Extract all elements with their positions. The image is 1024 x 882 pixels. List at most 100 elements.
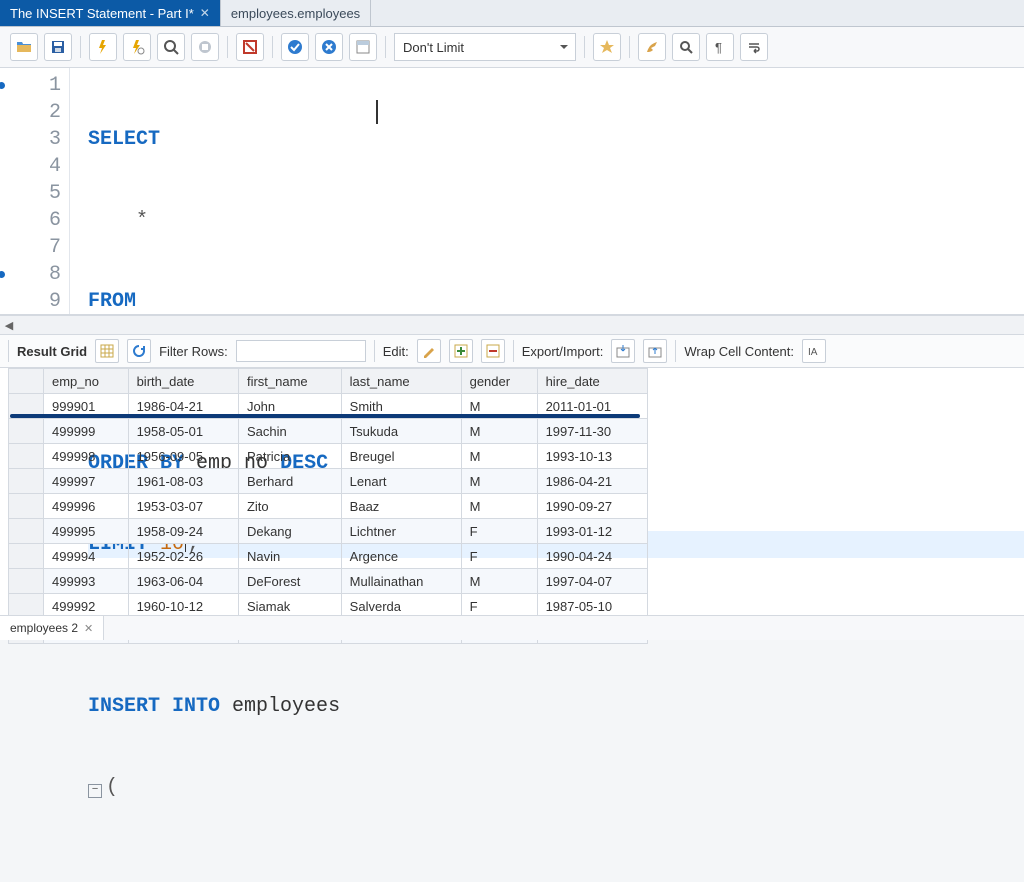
sql-editor[interactable]: 1 2 3 4 5 6 7 8 9 SELECT * FROM employee… — [0, 68, 1024, 315]
cell[interactable]: 499996 — [44, 494, 129, 519]
stop-button[interactable] — [191, 33, 219, 61]
separator — [8, 340, 9, 362]
tab-employees-table[interactable]: employees.employees — [221, 0, 371, 26]
cell[interactable]: 499993 — [44, 569, 129, 594]
cell[interactable]: M — [461, 569, 537, 594]
fold-icon[interactable]: − — [88, 784, 102, 798]
scroll-left-icon[interactable]: ◀ — [0, 319, 18, 332]
result-tab-bar: employees 2 ✕ — [0, 615, 1024, 640]
cell[interactable]: Tsukuda — [341, 419, 461, 444]
row-header[interactable] — [9, 519, 44, 544]
cell[interactable]: F — [461, 519, 537, 544]
close-icon[interactable]: ✕ — [84, 622, 93, 635]
table-row[interactable]: 4999931963-06-04DeForestMullainathanM199… — [9, 569, 648, 594]
cell[interactable]: 499999 — [44, 419, 129, 444]
col-birth_date[interactable]: birth_date — [128, 369, 238, 394]
result-tab-label: employees 2 — [10, 621, 78, 635]
col-last_name[interactable]: last_name — [341, 369, 461, 394]
cell[interactable]: 1958-09-24 — [128, 519, 238, 544]
cell[interactable]: 1961-08-03 — [128, 469, 238, 494]
cell[interactable]: 1997-04-07 — [537, 569, 647, 594]
code-area[interactable]: SELECT * FROM employees ORDER BY emp_no … — [70, 68, 1024, 314]
table-row[interactable]: 4999981956-09-05PatriciaBreugelM1993-10-… — [9, 444, 648, 469]
cell[interactable]: 1990-09-27 — [537, 494, 647, 519]
cell[interactable]: M — [461, 444, 537, 469]
row-header-corner[interactable] — [9, 369, 44, 394]
cell[interactable]: 1993-10-13 — [537, 444, 647, 469]
cell[interactable]: F — [461, 544, 537, 569]
cell[interactable]: 1993-01-12 — [537, 519, 647, 544]
col-gender[interactable]: gender — [461, 369, 537, 394]
col-first_name[interactable]: first_name — [238, 369, 341, 394]
favorite-button[interactable] — [593, 33, 621, 61]
tab-label: The INSERT Statement - Part I* — [10, 6, 194, 21]
cell[interactable]: 1997-11-30 — [537, 419, 647, 444]
gutter-line: 5 — [0, 180, 61, 207]
gutter-line: 8 — [0, 261, 61, 288]
cell[interactable]: Lenart — [341, 469, 461, 494]
separator — [272, 36, 273, 58]
wrap-lines-button[interactable] — [740, 33, 768, 61]
toggle-invisible-button[interactable]: ¶ — [706, 33, 734, 61]
cell[interactable]: Lichtner — [341, 519, 461, 544]
table-row[interactable]: 4999991958-05-01SachinTsukudaM1997-11-30 — [9, 419, 648, 444]
cell[interactable]: M — [461, 494, 537, 519]
cell[interactable]: 1963-06-04 — [128, 569, 238, 594]
cell[interactable]: 1956-09-05 — [128, 444, 238, 469]
execute-button[interactable] — [89, 33, 117, 61]
cell[interactable]: 499997 — [44, 469, 129, 494]
cell[interactable]: M — [461, 469, 537, 494]
cell[interactable]: 499998 — [44, 444, 129, 469]
cell[interactable]: Breugel — [341, 444, 461, 469]
table-row[interactable]: 4999961953-03-07ZitoBaazM1990-09-27 — [9, 494, 648, 519]
table-row[interactable]: 4999951958-09-24DekangLichtnerF1993-01-1… — [9, 519, 648, 544]
beautify-button[interactable] — [638, 33, 666, 61]
gutter-line: 1 — [0, 72, 61, 99]
cell[interactable]: DeForest — [238, 569, 341, 594]
cell[interactable]: Navin — [238, 544, 341, 569]
commit-button[interactable] — [281, 33, 309, 61]
cell[interactable]: Argence — [341, 544, 461, 569]
row-header[interactable] — [9, 494, 44, 519]
row-header[interactable] — [9, 419, 44, 444]
tab-insert-statement[interactable]: The INSERT Statement - Part I* ✕ — [0, 0, 221, 26]
cell[interactable]: 1953-03-07 — [128, 494, 238, 519]
result-table[interactable]: emp_no birth_date first_name last_name g… — [8, 368, 648, 644]
col-emp_no[interactable]: emp_no — [44, 369, 129, 394]
cell[interactable]: 1958-05-01 — [128, 419, 238, 444]
open-file-button[interactable] — [10, 33, 38, 61]
cell[interactable]: 499995 — [44, 519, 129, 544]
separator — [584, 36, 585, 58]
cell[interactable]: Baaz — [341, 494, 461, 519]
cell[interactable]: M — [461, 419, 537, 444]
cell[interactable]: 1986-04-21 — [537, 469, 647, 494]
toggle-autocommit-button[interactable] — [236, 33, 264, 61]
result-tab-employees2[interactable]: employees 2 ✕ — [0, 616, 104, 640]
rollback-button[interactable] — [315, 33, 343, 61]
col-hire_date[interactable]: hire_date — [537, 369, 647, 394]
execute-current-button[interactable] — [123, 33, 151, 61]
separator — [80, 36, 81, 58]
find-button[interactable] — [672, 33, 700, 61]
cell[interactable]: Mullainathan — [341, 569, 461, 594]
save-file-button[interactable] — [44, 33, 72, 61]
table-row[interactable]: 4999971961-08-03BerhardLenartM1986-04-21 — [9, 469, 648, 494]
row-header[interactable] — [9, 569, 44, 594]
table-row[interactable]: 4999941952-02-26NavinArgenceF1990-04-24 — [9, 544, 648, 569]
cell[interactable]: Berhard — [238, 469, 341, 494]
row-header[interactable] — [9, 444, 44, 469]
close-icon[interactable]: ✕ — [200, 6, 210, 20]
row-limit-select[interactable]: Don't Limit — [394, 33, 576, 61]
kw-select: SELECT — [88, 128, 160, 151]
cell[interactable]: Patricia — [238, 444, 341, 469]
row-header[interactable] — [9, 469, 44, 494]
cell[interactable]: 1990-04-24 — [537, 544, 647, 569]
explain-button[interactable] — [157, 33, 185, 61]
cell[interactable]: Zito — [238, 494, 341, 519]
cell[interactable]: Dekang — [238, 519, 341, 544]
cell[interactable]: 499994 — [44, 544, 129, 569]
cell[interactable]: 1952-02-26 — [128, 544, 238, 569]
toggle-panel-button[interactable] — [349, 33, 377, 61]
cell[interactable]: Sachin — [238, 419, 341, 444]
row-header[interactable] — [9, 544, 44, 569]
